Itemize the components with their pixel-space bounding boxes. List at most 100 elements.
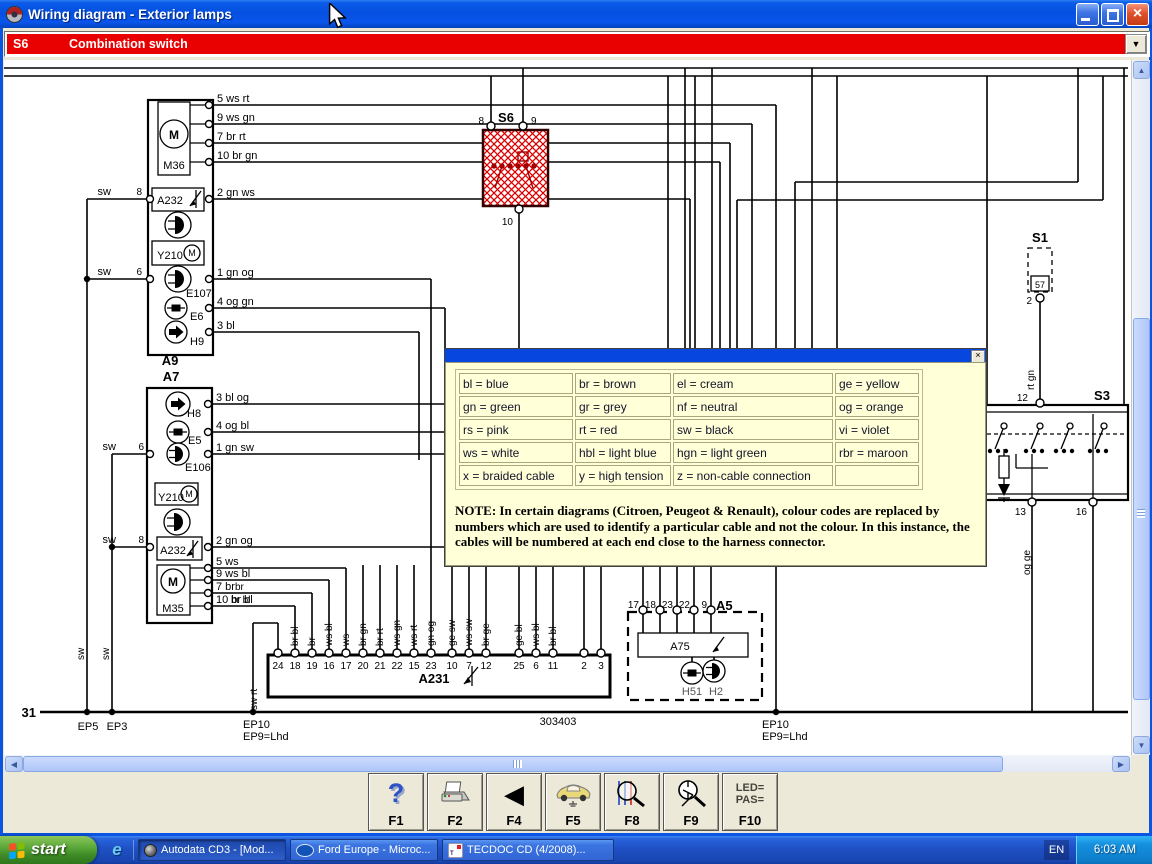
svg-text:12: 12 [1017,393,1029,404]
window-titlebar[interactable]: Wiring diagram - Exterior lamps × [0,0,1152,28]
system-tray-clock[interactable]: 6:03 AM [1076,836,1152,864]
component-s6-selected[interactable] [483,122,548,213]
svg-text:S1: S1 [1032,230,1048,245]
quicklaunch-ie[interactable]: e [106,840,128,860]
svg-text:6: 6 [533,661,539,672]
help-question-icon: ? [388,778,405,809]
popup-titlebar[interactable]: × [445,349,986,362]
fkey-label: F8 [624,813,639,828]
svg-text:21: 21 [374,661,386,672]
fkey-label: F5 [565,813,580,828]
restore-button[interactable] [1101,3,1124,26]
scroll-up-button[interactable]: ▲ [1133,61,1150,79]
svg-text:12: 12 [480,661,492,672]
svg-text:br: br [235,582,245,593]
svg-text:ws bl: ws bl [324,623,335,647]
taskbar-item-label: Autodata CD3 - [Mod... [161,844,274,856]
colour-code-cell: ws = white [459,442,573,463]
mouse-cursor [328,3,350,29]
svg-text:sw: sw [98,266,112,278]
svg-text:gn og: gn og [426,621,437,646]
svg-text:EP10: EP10 [762,719,789,731]
svg-text:2 gn ws: 2 gn ws [217,187,255,199]
colour-code-cell: nf = neutral [673,396,833,417]
taskbar: start e Autodata CD3 - [Mod... Ford Euro… [0,836,1152,864]
svg-text:A75: A75 [670,641,690,653]
svg-text:H51: H51 [682,686,702,698]
svg-text:11: 11 [548,661,559,672]
clock-label: 6:03 AM [1094,844,1136,856]
taskbar-item-ford[interactable]: Ford Europe - Microc... [290,839,438,861]
scroll-down-button[interactable]: ▼ [1133,736,1150,754]
svg-text:E107: E107 [186,288,212,300]
taskbar-item-autodata[interactable]: Autodata CD3 - [Mod... [138,839,286,861]
zoom-component-button[interactable]: F9 [663,773,719,831]
svg-text:H2: H2 [709,686,723,698]
popup-note: NOTE: In certain diagrams (Citroen, Peug… [455,503,976,550]
back-button[interactable]: ◀ F4 [486,773,542,831]
svg-text:Y210: Y210 [157,250,183,262]
svg-text:15: 15 [408,661,420,672]
svg-text:E6: E6 [190,311,203,323]
fkey-label: F10 [739,813,761,828]
svg-text:og ge: og ge [1022,550,1033,575]
scroll-left-button[interactable]: ◀ [5,756,23,772]
window-title: Wiring diagram - Exterior lamps [28,7,232,22]
svg-text:19: 19 [306,661,318,672]
horizontal-scroll-thumb[interactable] [23,756,1003,772]
dropdown-arrow-button[interactable]: ▼ [1125,34,1147,54]
led-pas-button[interactable]: LED= PAS= F10 [722,773,778,831]
autodata-icon [144,844,157,857]
component-a7[interactable] [147,388,213,623]
component-s1[interactable] [1028,248,1052,302]
svg-text:25: 25 [513,661,525,672]
zoom-wires-button[interactable]: F8 [604,773,660,831]
colour-code-cell: y = high tension [575,465,671,486]
component-s3[interactable] [985,399,1128,506]
taskbar-item-tecdoc[interactable]: T TECDOC CD (4/2008)... [442,839,614,861]
svg-text:17: 17 [340,661,352,672]
component-select[interactable]: S6 Combination switch ▼ [4,31,1150,57]
colour-code-cell: bl = blue [459,373,573,394]
svg-text:4 og bl: 4 og bl [216,420,249,432]
function-toolbar: ? F1 F2 ◀ F4 [3,772,1149,833]
application-window: Wiring diagram - Exterior lamps × S6 Com… [0,0,1152,864]
vertical-scrollbar[interactable]: ▲ ▼ [1131,60,1150,755]
print-button[interactable]: F2 [427,773,483,831]
svg-text:2 gn og: 2 gn og [216,535,253,547]
start-button[interactable]: start [0,836,97,864]
fkey-label: F9 [683,813,698,828]
language-indicator[interactable]: EN [1044,840,1069,860]
svg-text:EP3: EP3 [107,721,128,733]
svg-text:7 br rt: 7 br rt [217,131,246,143]
svg-text:2: 2 [581,661,587,672]
svg-text:H9: H9 [190,336,204,348]
colour-code-cell: rbr = maroon [835,442,919,463]
colour-code-cell: el = cream [673,373,833,394]
horizontal-scrollbar[interactable]: ◀ ▶ [4,755,1131,772]
svg-text:8: 8 [136,187,142,198]
component-select-value[interactable]: S6 Combination switch [7,34,1125,54]
svg-text:16: 16 [1076,507,1088,518]
svg-text:E5: E5 [188,435,201,447]
close-icon: × [975,350,980,360]
svg-text:3 bl: 3 bl [217,320,235,332]
minimize-button[interactable] [1076,3,1099,26]
colour-code-cell: x = braided cable [459,465,573,486]
vertical-scroll-thumb[interactable] [1133,318,1150,700]
svg-text:ws: ws [341,634,352,647]
colour-code-cell: ge = yellow [835,373,919,394]
svg-text:22: 22 [391,661,403,672]
svg-text:6: 6 [136,267,142,278]
app-logo-icon [6,6,23,23]
component-name: Combination switch [69,35,188,53]
svg-text:S3: S3 [1094,388,1110,403]
svg-text:br rt: br rt [375,628,386,646]
svg-text:3: 3 [598,661,604,672]
svg-text:7: 7 [466,661,472,672]
help-button[interactable]: ? F1 [368,773,424,831]
close-button[interactable]: × [1126,3,1149,26]
svg-text:303403: 303403 [540,716,577,728]
vehicle-button[interactable]: F5 [545,773,601,831]
scroll-right-button[interactable]: ▶ [1112,756,1130,772]
